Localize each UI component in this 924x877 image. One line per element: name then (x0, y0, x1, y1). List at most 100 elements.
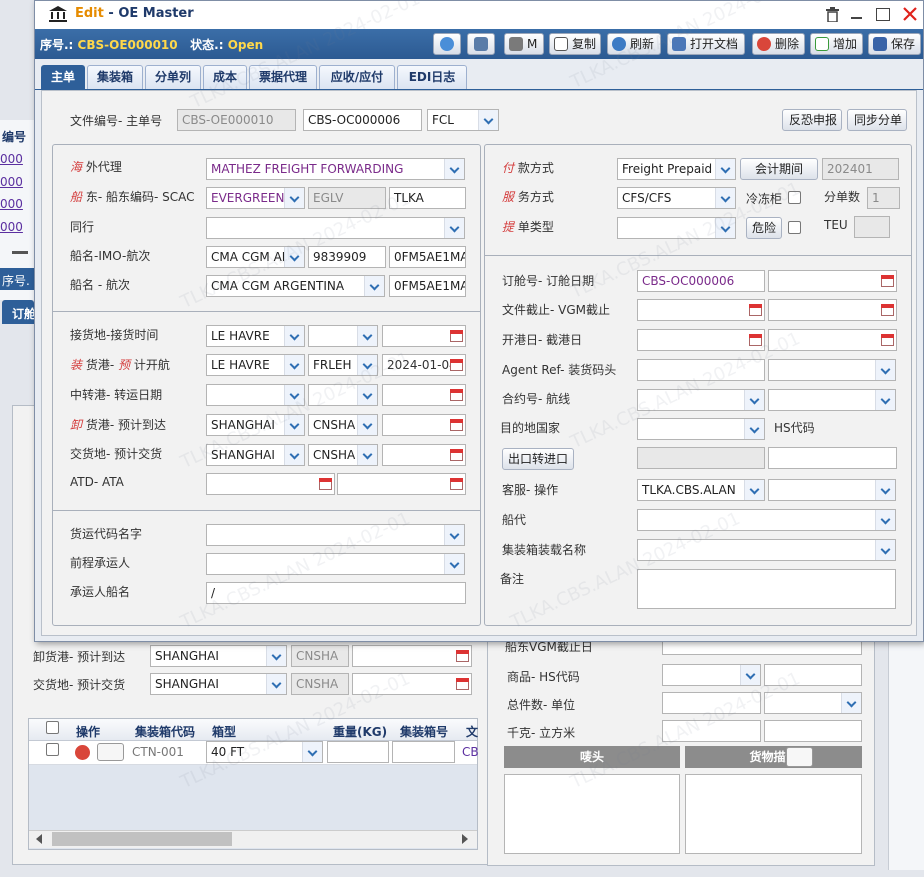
carrier-select[interactable]: EVERGREEN (206, 187, 305, 209)
scroll-thumb[interactable] (52, 832, 232, 846)
terminal-select[interactable] (768, 359, 896, 381)
copy-button[interactable]: 复制 (549, 33, 601, 55)
declare-button[interactable]: 反恐申报 (782, 109, 842, 131)
calendar-icon[interactable] (319, 478, 332, 490)
dangerous-button[interactable]: 危险 (746, 217, 782, 239)
pod-select[interactable]: SHANGHAI (206, 414, 305, 436)
calendar-icon[interactable] (450, 478, 463, 490)
maximize-icon[interactable] (876, 8, 890, 21)
route-select[interactable] (768, 389, 896, 411)
operator-select[interactable] (768, 479, 896, 501)
bg-kg-input[interactable] (662, 720, 761, 742)
th-doc[interactable]: 文 (466, 723, 478, 740)
bg-unit-select[interactable] (764, 692, 862, 714)
bl-type-select[interactable] (617, 217, 736, 239)
bg-delivery-code[interactable]: CNSHA (291, 673, 349, 695)
delete-button[interactable]: 删除 (752, 33, 805, 55)
transit-code-select[interactable] (308, 384, 378, 406)
vessel-name-select[interactable]: CMA CGM ARGENTINA (206, 275, 385, 297)
desc-textarea[interactable] (685, 774, 862, 854)
booking-no-input[interactable]: CBS-OC000006 (637, 270, 765, 292)
receipt-code-select[interactable] (308, 325, 378, 347)
ata-date[interactable] (337, 473, 466, 495)
calendar-icon[interactable] (450, 330, 463, 342)
row-type-select[interactable]: 40 FT (206, 741, 323, 763)
teu-input[interactable] (854, 216, 890, 238)
calendar-icon[interactable] (881, 334, 894, 346)
service-select[interactable]: CFS/CFS (617, 187, 736, 209)
th-action[interactable]: 操作 (76, 723, 100, 740)
tab-container[interactable]: 集装箱 (87, 65, 143, 89)
transit-date[interactable] (382, 384, 466, 406)
receipt-date[interactable] (382, 325, 466, 347)
split-count-input[interactable]: 1 (867, 187, 900, 209)
eta-date[interactable] (382, 414, 466, 436)
bg-qty-input[interactable] (662, 692, 761, 714)
select-all-checkbox[interactable] (46, 721, 59, 734)
export-button[interactable] (467, 33, 495, 55)
calendar-icon[interactable] (450, 359, 463, 371)
dangerous-checkbox[interactable] (788, 221, 801, 234)
hs-code-input[interactable] (768, 447, 897, 469)
print-button[interactable]: M (504, 33, 544, 55)
bg-pod-select[interactable]: SHANGHAI (150, 645, 287, 667)
tab-cost[interactable]: 成本 (203, 65, 247, 89)
save-button[interactable]: 保存 (868, 33, 921, 55)
bg-hs-input[interactable] (764, 664, 862, 686)
scac-input[interactable]: TLKA (389, 187, 466, 209)
th-container-no[interactable]: 集装箱号 (400, 723, 448, 740)
th-weight[interactable]: 重量(KG) (333, 723, 387, 740)
side-link[interactable]: 000 (0, 220, 23, 234)
atd-date[interactable] (206, 473, 335, 495)
payment-select[interactable]: Freight Prepaid (617, 158, 736, 180)
master-no-input[interactable]: CBS-OC000006 (303, 109, 422, 131)
calendar-icon[interactable] (450, 419, 463, 431)
pol-code-select[interactable]: FRLEH (308, 354, 378, 376)
voyage2-input[interactable]: 0FM5AE1MA (389, 275, 466, 297)
side-link[interactable]: 000 (0, 152, 23, 166)
pre-carrier-select[interactable] (206, 553, 465, 575)
imo-input[interactable]: 9839909 (308, 246, 386, 268)
bg-goods-select[interactable] (662, 664, 761, 686)
close-icon[interactable] (903, 6, 917, 22)
tab-ar-ap[interactable]: 应收/应付 (319, 65, 395, 89)
file-no-input[interactable]: CBS-OE000010 (177, 109, 296, 131)
row-last-col[interactable]: CB (462, 745, 479, 759)
bg-pod-code[interactable]: CNSHA (291, 645, 349, 667)
row-checkbox[interactable] (46, 743, 59, 756)
add-button[interactable]: 增加 (810, 33, 863, 55)
receipt-select[interactable]: LE HAVRE (206, 325, 305, 347)
bg-pod-date[interactable] (352, 645, 472, 667)
calendar-icon[interactable] (450, 449, 463, 461)
carrier-code-input[interactable]: EGLV (308, 187, 386, 209)
refresh-button[interactable]: 刷新 (607, 33, 661, 55)
bg-delivery-select[interactable]: SHANGHAI (150, 673, 287, 695)
dest-country-select[interactable] (637, 418, 765, 440)
transit-select[interactable] (206, 384, 305, 406)
delivery-select[interactable]: SHANGHAI (206, 444, 305, 466)
open-doc-button[interactable]: 打开文档 (667, 33, 745, 55)
export-import-input[interactable] (637, 447, 765, 469)
tab-doc-agent[interactable]: 票据代理 (249, 65, 317, 89)
vessel-select[interactable]: CMA CGM AR (206, 246, 305, 268)
add-desc-icon[interactable] (786, 747, 813, 767)
sync-house-button[interactable]: 同步分单 (847, 109, 907, 131)
trash-icon[interactable] (826, 7, 839, 23)
etd-date[interactable]: 2024-01-04 (382, 354, 466, 376)
tab-main[interactable]: 主单 (41, 65, 85, 89)
delivery-date[interactable] (382, 444, 466, 466)
bg-cbm-input[interactable] (764, 720, 862, 742)
peer-select[interactable] (206, 217, 465, 239)
row-weight[interactable] (327, 741, 389, 763)
side-link[interactable]: 000 (0, 197, 23, 211)
booking-date[interactable] (768, 270, 897, 292)
agent-ref-input[interactable] (637, 359, 765, 381)
period-input[interactable]: 202401 (822, 158, 899, 180)
shipping-agent-select[interactable] (637, 509, 896, 531)
tab-edi-log[interactable]: EDI日志 (397, 65, 467, 89)
tab-house-list[interactable]: 分单列 (145, 65, 201, 89)
calendar-icon[interactable] (881, 275, 894, 287)
forwarder-select[interactable] (206, 524, 465, 546)
calendar-icon[interactable] (749, 304, 762, 316)
reefer-checkbox[interactable] (788, 191, 801, 204)
